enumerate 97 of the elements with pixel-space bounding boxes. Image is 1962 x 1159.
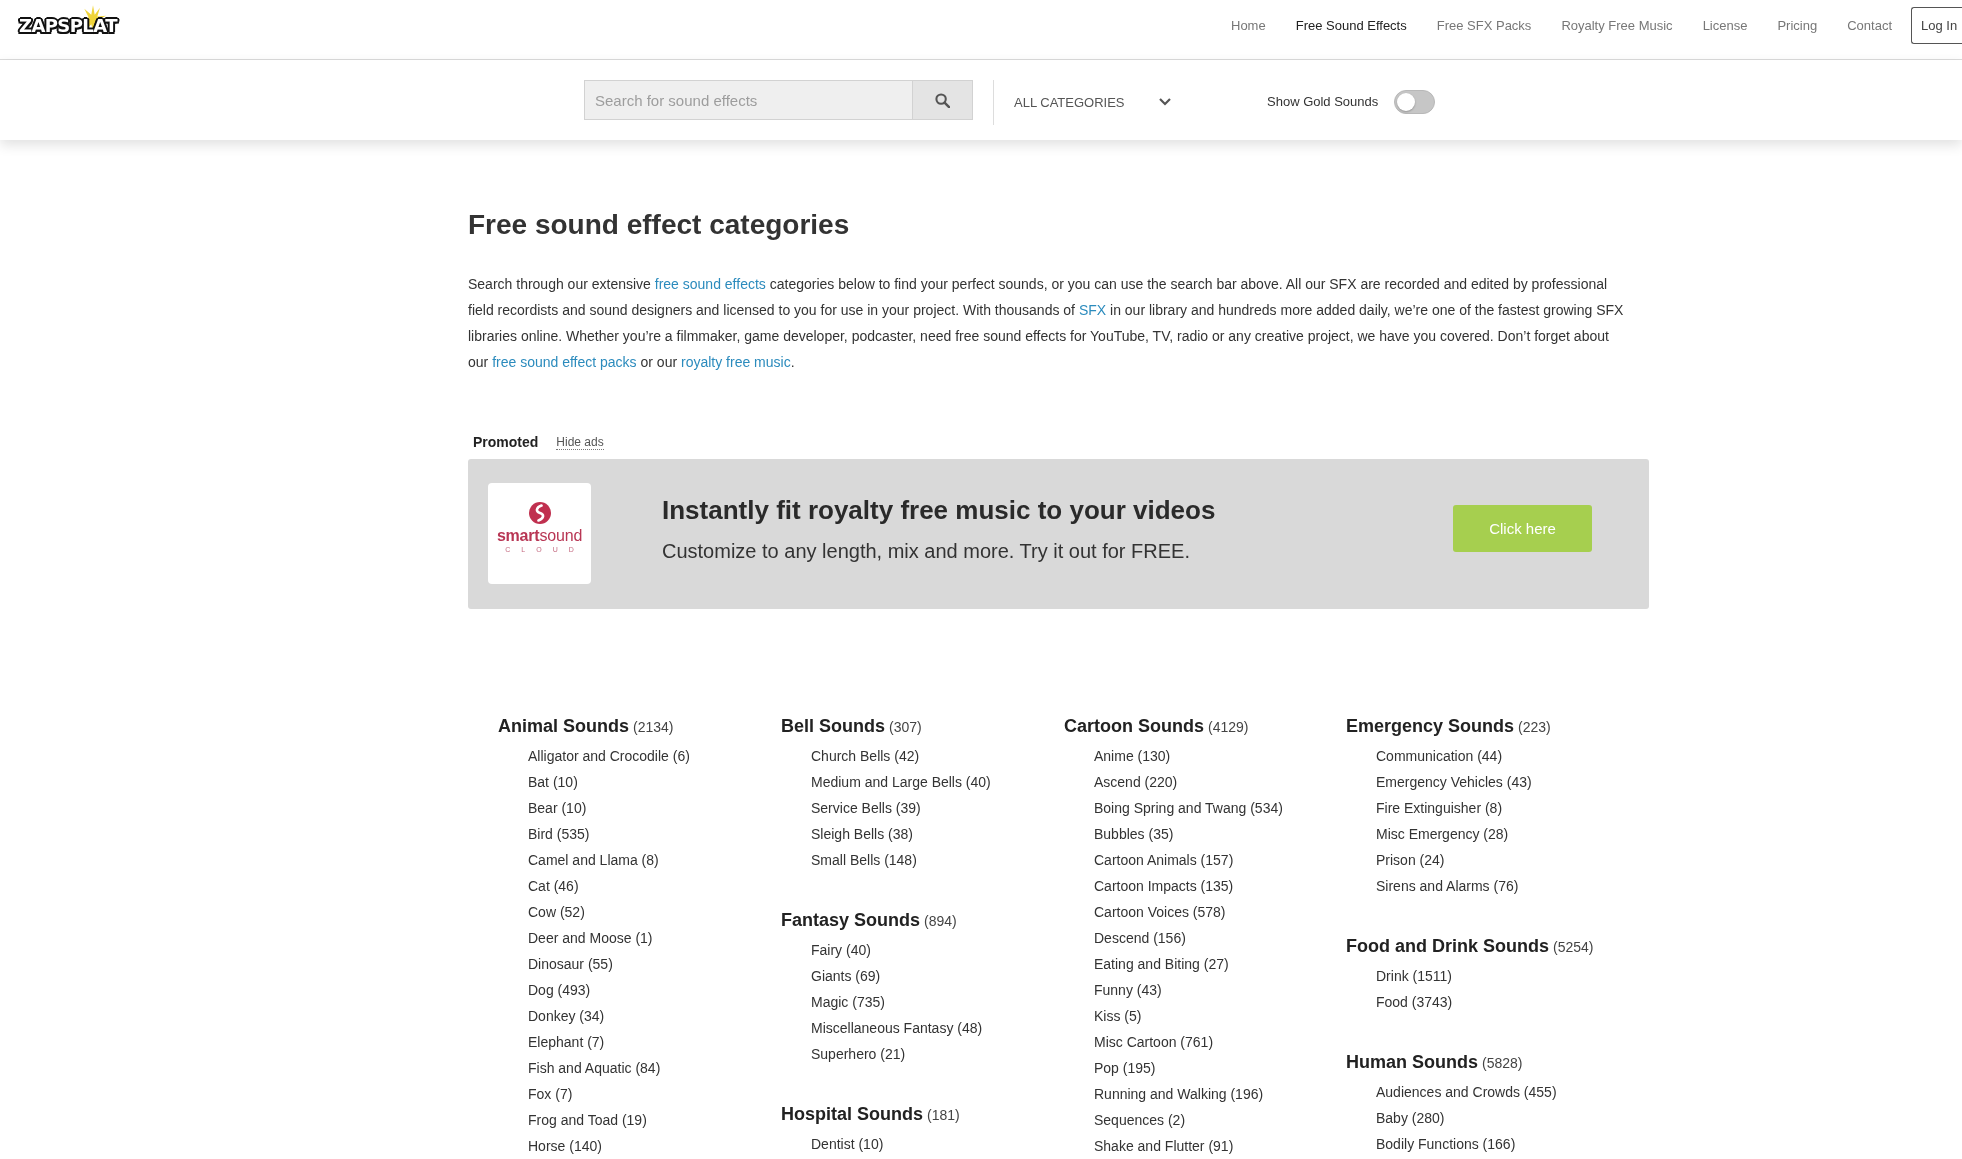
category-heading[interactable]: Fantasy Sounds (781, 907, 921, 933)
ad-headline: Instantly fit royalty free music to your videos (662, 495, 1216, 525)
subcategory-link[interactable]: Bubbles (35) (1094, 821, 1174, 847)
category-count: (307) (889, 718, 922, 737)
subcategory-link[interactable]: Donkey (34) (528, 1003, 605, 1029)
subcategory-link[interactable]: Boing Spring and Twang (534) (1094, 795, 1283, 821)
subcategory-link[interactable]: Misc Emergency (28) (1376, 821, 1509, 847)
subcategory-link[interactable]: Cow (52) (528, 899, 585, 925)
category-count: (2134) (633, 718, 674, 737)
subcategory-link[interactable]: Prison (24) (1376, 847, 1445, 873)
subcategory-link[interactable]: Miscellaneous Fantasy (48) (811, 1015, 983, 1041)
subcategory-link[interactable]: Funny (43) (1094, 977, 1162, 1003)
subcategory-link[interactable]: Running and Walking (196) (1094, 1081, 1264, 1107)
subcategory-link[interactable]: Shake and Flutter (91) (1094, 1133, 1234, 1159)
page-title: Free sound effect categories (468, 208, 851, 242)
category-count: (181) (927, 1106, 960, 1125)
subcategory-link[interactable]: Fairy (40) (811, 937, 871, 963)
subcategory-link[interactable]: Church Bells (42) (811, 743, 920, 769)
subcategory-link[interactable]: Dinosaur (55) (528, 951, 613, 977)
subcategory-link[interactable]: Baby (280) (1376, 1105, 1445, 1131)
subcategory-link[interactable]: Magic (735) (811, 989, 885, 1015)
nav-link[interactable]: Home (1231, 7, 1266, 44)
subcategory-link[interactable]: Cartoon Voices (578) (1094, 899, 1226, 925)
subcategory-link[interactable]: Horse (140) (528, 1133, 602, 1159)
subcategory-link[interactable]: Sequences (2) (1094, 1107, 1186, 1133)
subcategory-link[interactable]: Bird (535) (528, 821, 590, 847)
nav-link[interactable]: Pricing (1777, 7, 1818, 44)
intro-paragraph: Search through our extensive free sound effects categories below to find your perfect sounds, or you can use the search bar above. All our SFX are recorded and edited by professional field recordists and sound designers and licensed to you for use in your project. With thousands of SFX in our library and hundreds more added daily, we’re one of the fastest growing SFX libraries online. Whether you’re a filmmaker, game developer, podcaster, need free sound effects for YouTube, TV, radio or any creative project, we have you covered. Don’t forget about our free sound effect packs or our royalty free music. (468, 275, 1625, 372)
category-count: (894) (924, 912, 957, 931)
category-heading[interactable]: Hospital Sounds (781, 1101, 923, 1127)
subcategory-link[interactable]: Descend (156) (1094, 925, 1186, 951)
subcategory-link[interactable]: Cartoon Impacts (135) (1094, 873, 1234, 899)
login-button[interactable]: Log In (1911, 7, 1962, 44)
subcategory-link[interactable]: Fire Extinguisher (8) (1376, 795, 1503, 821)
subcategory-link[interactable]: Frog and Toad (19) (528, 1107, 647, 1133)
subcategory-link[interactable]: Fox (7) (528, 1081, 573, 1107)
subcategory-link[interactable]: Ascend (220) (1094, 769, 1178, 795)
search-field[interactable]: Search for sound effects (584, 80, 912, 120)
subcategory-link[interactable]: Cartoon Animals (157) (1094, 847, 1234, 873)
hide-ads-link[interactable]: Hide ads (556, 434, 604, 450)
subcategory-link[interactable]: Superhero (21) (811, 1041, 906, 1067)
subcategory-link[interactable]: Audiences and Crowds (455) (1376, 1079, 1557, 1105)
subcategory-link[interactable]: Sleigh Bells (38) (811, 821, 913, 847)
subcategory-link[interactable]: Fish and Aquatic (84) (528, 1055, 661, 1081)
subcategory-link[interactable]: Misc Cartoon (761) (1094, 1029, 1214, 1055)
subcategory-link[interactable]: Food (3743) (1376, 989, 1453, 1015)
split-disc-logo-icon (528, 501, 551, 524)
category-heading[interactable]: Animal Sounds (498, 713, 629, 739)
brand-name: smartsound (496, 526, 583, 544)
text-link[interactable]: free sound effects (654, 276, 766, 292)
subcategory-link[interactable]: Cat (46) (528, 873, 579, 899)
text-link[interactable]: royalty free music (681, 354, 791, 370)
subcategory-link[interactable]: Communication (44) (1376, 743, 1503, 769)
category-heading[interactable]: Human Sounds (1346, 1049, 1478, 1075)
subcategory-link[interactable]: Small Bells (148) (811, 847, 917, 873)
subcategory-link[interactable]: Drink (1511) (1376, 963, 1452, 989)
search-button[interactable] (912, 80, 973, 120)
category-count: (5828) (1482, 1054, 1523, 1073)
subcategory-link[interactable]: Kiss (5) (1094, 1003, 1142, 1029)
category-heading[interactable]: Bell Sounds (781, 713, 885, 739)
category-heading[interactable]: Emergency Sounds (1346, 713, 1515, 739)
subcategory-link[interactable]: Pop (195) (1094, 1055, 1156, 1081)
category-select[interactable]: ALL CATEGORIES (1014, 94, 1171, 110)
subcategory-link[interactable]: Dentist (10) (811, 1131, 884, 1157)
nav-link[interactable]: Royalty Free Music (1561, 7, 1673, 44)
subcategory-link[interactable]: Alligator and Crocodile (6) (528, 743, 690, 769)
text-link[interactable]: SFX (1078, 302, 1107, 318)
nav-link[interactable]: Free Sound Effects (1295, 7, 1407, 44)
category-heading[interactable]: Food and Drink Sounds (1346, 933, 1549, 959)
category-count: (223) (1518, 718, 1551, 737)
toggle-label: Show Gold Sounds (1267, 93, 1379, 109)
subcategory-link[interactable]: Deer and Moose (1) (528, 925, 653, 951)
category-heading[interactable]: Cartoon Sounds (1064, 713, 1204, 739)
ad-subtitle: Customize to any length, mix and more. Try it out for FREE. (662, 539, 1191, 563)
chevron-down-icon (1159, 98, 1171, 106)
subcategory-link[interactable]: Elephant (7) (528, 1029, 605, 1055)
category-count: (4129) (1208, 718, 1249, 737)
subcategory-link[interactable]: Bear (10) (528, 795, 587, 821)
subcategory-link[interactable]: Medium and Large Bells (40) (811, 769, 991, 795)
subcategory-link[interactable]: Sirens and Alarms (76) (1376, 873, 1519, 899)
subcategory-link[interactable]: Emergency Vehicles (43) (1376, 769, 1532, 795)
subcategory-link[interactable]: Dog (493) (528, 977, 591, 1003)
subcategory-link[interactable]: Eating and Biting (27) (1094, 951, 1229, 977)
toggle-switch[interactable] (1394, 89, 1436, 114)
subcategory-link[interactable]: Camel and Llama (8) (528, 847, 659, 873)
nav-link[interactable]: Contact (1847, 7, 1892, 44)
subcategory-link[interactable]: Bat (10) (528, 769, 578, 795)
category-count: (5254) (1553, 938, 1594, 957)
nav-link[interactable]: Free SFX Packs (1436, 7, 1532, 44)
search-icon (935, 92, 950, 108)
promoted-label: Promoted (473, 433, 539, 451)
text-link[interactable]: free sound effect packs (492, 354, 637, 370)
subcategory-link[interactable]: Giants (69) (811, 963, 881, 989)
subcategory-link[interactable]: Anime (130) (1094, 743, 1171, 769)
subcategory-link[interactable]: Bodily Functions (166) (1376, 1131, 1516, 1157)
nav-link[interactable]: License (1702, 7, 1748, 44)
subcategory-link[interactable]: Service Bells (39) (811, 795, 921, 821)
